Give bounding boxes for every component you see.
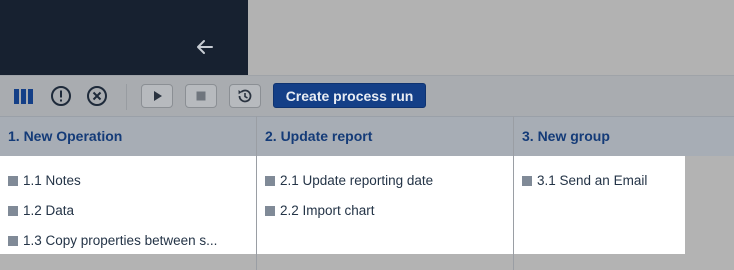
- back-arrow-icon[interactable]: [194, 36, 216, 58]
- stop-icon: [196, 91, 206, 101]
- task-square-icon: [265, 206, 275, 216]
- toolbar-separator: [126, 84, 127, 110]
- columns-header: 1. New Operation 2. Update report 3. New…: [0, 116, 734, 157]
- history-icon: [238, 89, 252, 103]
- column-divider: [513, 116, 514, 270]
- task-square-icon: [265, 176, 275, 186]
- body-overlay-right: [685, 156, 734, 270]
- close-circle-icon[interactable]: [86, 85, 108, 107]
- list-item[interactable]: 2.2 Import chart: [265, 201, 375, 221]
- task-square-icon: [8, 176, 18, 186]
- column-title-new-group[interactable]: 3. New group: [522, 117, 610, 156]
- list-item[interactable]: 1.1 Notes: [8, 171, 81, 191]
- history-button[interactable]: [229, 84, 261, 108]
- column-title-update-report[interactable]: 2. Update report: [265, 117, 372, 156]
- column-title-new-operation[interactable]: 1. New Operation: [8, 117, 122, 156]
- columns-icon[interactable]: [13, 88, 35, 106]
- stop-button[interactable]: [185, 84, 217, 108]
- task-square-icon: [8, 236, 18, 246]
- list-item[interactable]: 2.1 Update reporting date: [265, 171, 433, 191]
- info-circle-icon[interactable]: [50, 85, 72, 107]
- list-item[interactable]: 1.2 Data: [8, 201, 74, 221]
- top-overlay: [248, 0, 734, 75]
- play-icon: [154, 91, 162, 101]
- create-process-run-button[interactable]: Create process run: [273, 83, 426, 108]
- body-overlay-bottom: [0, 254, 734, 270]
- sidebar-header: [0, 0, 248, 75]
- list-item[interactable]: 3.1 Send an Email: [522, 171, 647, 191]
- column-divider: [256, 116, 257, 270]
- task-square-icon: [8, 206, 18, 216]
- list-item[interactable]: 1.3 Copy properties between s...: [8, 231, 217, 251]
- task-square-icon: [522, 176, 532, 186]
- play-button[interactable]: [141, 84, 173, 108]
